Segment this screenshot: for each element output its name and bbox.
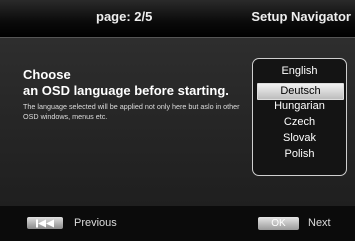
language-option-english[interactable]: English — [253, 64, 346, 79]
page-indicator: page: 2/5 — [96, 9, 153, 24]
previous-key[interactable] — [27, 217, 63, 229]
language-option-deutsch[interactable]: Deutsch — [257, 83, 344, 100]
language-option-slovak[interactable]: Slovak — [253, 131, 346, 146]
footer-bar: Previous OK Next — [0, 206, 355, 241]
language-list: English Deutsch Hungarian Czech Slovak P… — [252, 58, 347, 176]
heading-line1: Choose — [23, 67, 71, 82]
description-text: The language selected will be applied no… — [23, 102, 240, 121]
header-bar: page: 2/5 Setup Navigator — [0, 0, 355, 37]
previous-label[interactable]: Previous — [74, 217, 117, 229]
language-option-czech[interactable]: Czech — [253, 115, 346, 130]
next-label[interactable]: Next — [308, 217, 331, 229]
page-title: Setup Navigator — [251, 9, 351, 24]
skip-back-icon — [36, 219, 54, 227]
main-panel: Choose an OSD language before starting. … — [0, 38, 355, 206]
language-option-hungarian[interactable]: Hungarian — [253, 99, 346, 114]
language-option-polish[interactable]: Polish — [253, 147, 346, 162]
heading-line2: an OSD language before starting. — [23, 83, 229, 98]
ok-key[interactable]: OK — [258, 217, 299, 230]
